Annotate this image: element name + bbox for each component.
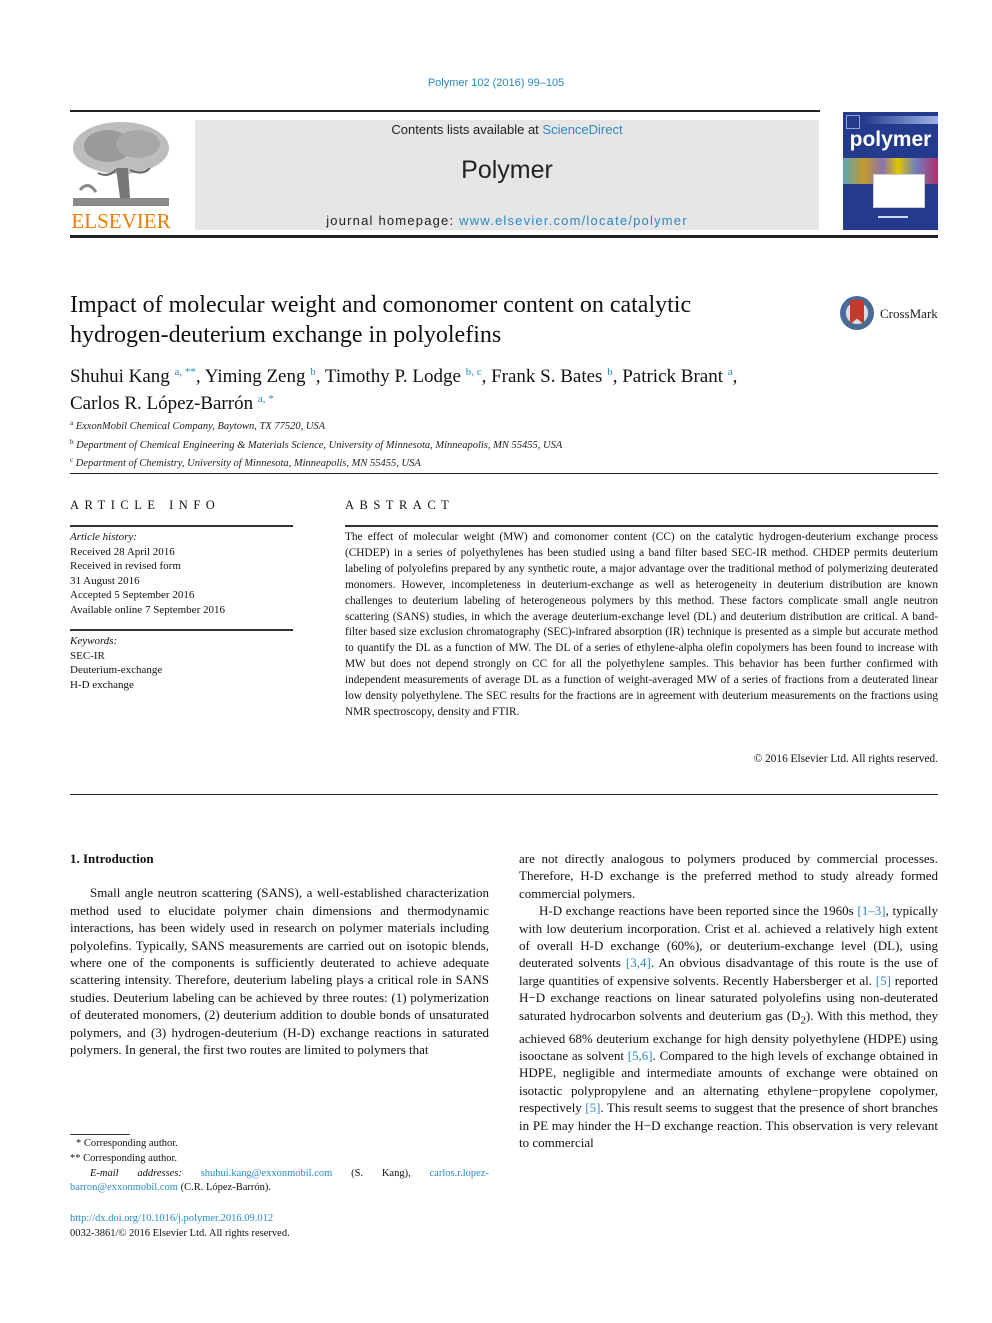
- article-history-label: Article history:: [70, 531, 137, 543]
- author-affiliation-marker[interactable]: b, c: [466, 366, 482, 378]
- abstract-heading: ABSTRACT: [345, 498, 455, 512]
- masthead-rule: [70, 235, 938, 238]
- journal-name: Polymer: [461, 156, 553, 184]
- journal-citation[interactable]: Polymer 102 (2016) 99–105: [0, 77, 992, 89]
- reference-link[interactable]: [3,4]: [626, 955, 651, 970]
- cover-plot-thumbnail: [873, 174, 925, 208]
- crossmark-button[interactable]: CrossMark: [840, 296, 940, 334]
- author-affiliation-marker[interactable]: a, **: [175, 366, 196, 378]
- reference-link[interactable]: [1–3]: [857, 903, 885, 918]
- title-line-1: Impact of molecular weight and comonomer…: [70, 292, 692, 318]
- footnote-emails: E-mail addresses: shuhui.kang@exxonmobil…: [70, 1167, 489, 1194]
- article-history: Article history: Received 28 April 2016 …: [70, 530, 300, 617]
- affiliation-a: a ExxonMobil Chemical Company, Baytown, …: [70, 419, 326, 432]
- affiliation-b: b Department of Chemical Engineering & M…: [70, 437, 563, 451]
- elsevier-logo[interactable]: ELSEVIER: [68, 118, 174, 234]
- reference-link[interactable]: [5]: [876, 973, 891, 988]
- issn-copyright: 0032-3861/© 2016 Elsevier Ltd. All right…: [70, 1228, 290, 1239]
- history-item: Available online 7 September 2016: [70, 603, 225, 616]
- keyword-item: Deuterium-exchange: [70, 664, 163, 676]
- author[interactable]: Patrick Brant a: [622, 366, 732, 387]
- doi-link[interactable]: http://dx.doi.org/10.1016/j.polymer.2016…: [70, 1213, 273, 1224]
- affiliation-c: c Department of Chemistry, University of…: [70, 456, 421, 469]
- contents-line: Contents lists available at ScienceDirec…: [195, 122, 819, 137]
- cover-elsevier-icon: [846, 115, 860, 129]
- article-title: Impact of molecular weight and comonomer…: [70, 290, 820, 350]
- crossmark-label: CrossMark: [880, 306, 938, 321]
- journal-masthead: Contents lists available at ScienceDirec…: [195, 120, 819, 230]
- cover-band: [863, 116, 938, 124]
- sciencedirect-link[interactable]: ScienceDirect: [542, 122, 622, 137]
- article-info-rule: [70, 525, 293, 527]
- history-item: Received in revised form: [70, 560, 181, 572]
- elsevier-tree-icon: [68, 118, 174, 208]
- front-matter-divider: [70, 794, 938, 795]
- email-link[interactable]: shuhui.kang@exxonmobil.com: [201, 1168, 333, 1179]
- history-item: Accepted 5 September 2016: [70, 589, 195, 601]
- cover-title: polymer: [849, 128, 932, 151]
- history-item: 31 August 2016: [70, 574, 140, 587]
- footnote-corresponding-1: * Corresponding author.: [76, 1138, 178, 1149]
- author[interactable]: Timothy P. Lodge b, c: [325, 366, 482, 387]
- affiliations: a ExxonMobil Chemical Company, Baytown, …: [70, 416, 830, 472]
- abstract-text: The effect of molecular weight (MW) and …: [345, 531, 938, 718]
- body-column-left: 1. Introduction Small angle neutron scat…: [70, 850, 489, 1058]
- affiliations-divider: [70, 473, 938, 474]
- elsevier-wordmark: ELSEVIER: [71, 209, 171, 233]
- abstract-copyright: © 2016 Elsevier Ltd. All rights reserved…: [753, 753, 938, 765]
- keywords-rule: [70, 629, 293, 631]
- article-info-heading: ARTICLE INFO: [70, 498, 221, 512]
- author-affiliation-marker[interactable]: a, *: [258, 393, 274, 405]
- reference-link[interactable]: [5]: [585, 1100, 600, 1115]
- history-item: Received 28 April 2016: [70, 545, 175, 558]
- keyword-item: H-D exchange: [70, 678, 134, 691]
- keyword-item: SEC-IR: [70, 649, 105, 662]
- body-paragraph: Small angle neutron scattering (SANS), a…: [70, 885, 489, 1058]
- body-paragraph: are not directly analogous to polymers p…: [519, 851, 938, 901]
- footnotes: * Corresponding author. ** Corresponding…: [70, 1137, 489, 1196]
- journal-homepage-line: journal homepage: www.elsevier.com/locat…: [195, 213, 819, 228]
- section-heading-introduction: 1. Introduction: [70, 851, 154, 866]
- journal-homepage-link[interactable]: www.elsevier.com/locate/polymer: [459, 213, 688, 228]
- reference-link[interactable]: [5,6]: [628, 1048, 653, 1063]
- footnote-corresponding-2: ** Corresponding author.: [70, 1152, 178, 1164]
- title-line-2: hydrogen-deuterium exchange in polyolefi…: [70, 322, 502, 348]
- doi-block: http://dx.doi.org/10.1016/j.polymer.2016…: [70, 1211, 489, 1241]
- abstract-rule: [345, 525, 938, 527]
- contents-prefix: Contents lists available at: [391, 122, 543, 137]
- author-list: Shuhui Kang a, **, Yiming Zeng b, Timoth…: [70, 366, 738, 414]
- author[interactable]: Frank S. Bates b: [491, 366, 613, 387]
- homepage-prefix: journal homepage:: [326, 213, 460, 228]
- journal-cover-image[interactable]: polymer: [843, 112, 938, 230]
- author[interactable]: Shuhui Kang a, **: [70, 366, 196, 387]
- body-paragraph: H-D exchange reactions have been reporte…: [519, 903, 939, 1151]
- footnote-rule: [70, 1134, 130, 1135]
- body-column-right: are not directly analogous to polymers p…: [519, 850, 938, 1152]
- keywords: Keywords: SEC-IR Deuterium-exchange H-D …: [70, 634, 300, 692]
- keywords-label: Keywords:: [70, 635, 118, 647]
- cover-footer: [878, 216, 908, 218]
- author[interactable]: Yiming Zeng b: [205, 366, 316, 387]
- author[interactable]: Carlos R. López-Barrón a, *: [70, 393, 274, 414]
- header-rule: [70, 110, 820, 112]
